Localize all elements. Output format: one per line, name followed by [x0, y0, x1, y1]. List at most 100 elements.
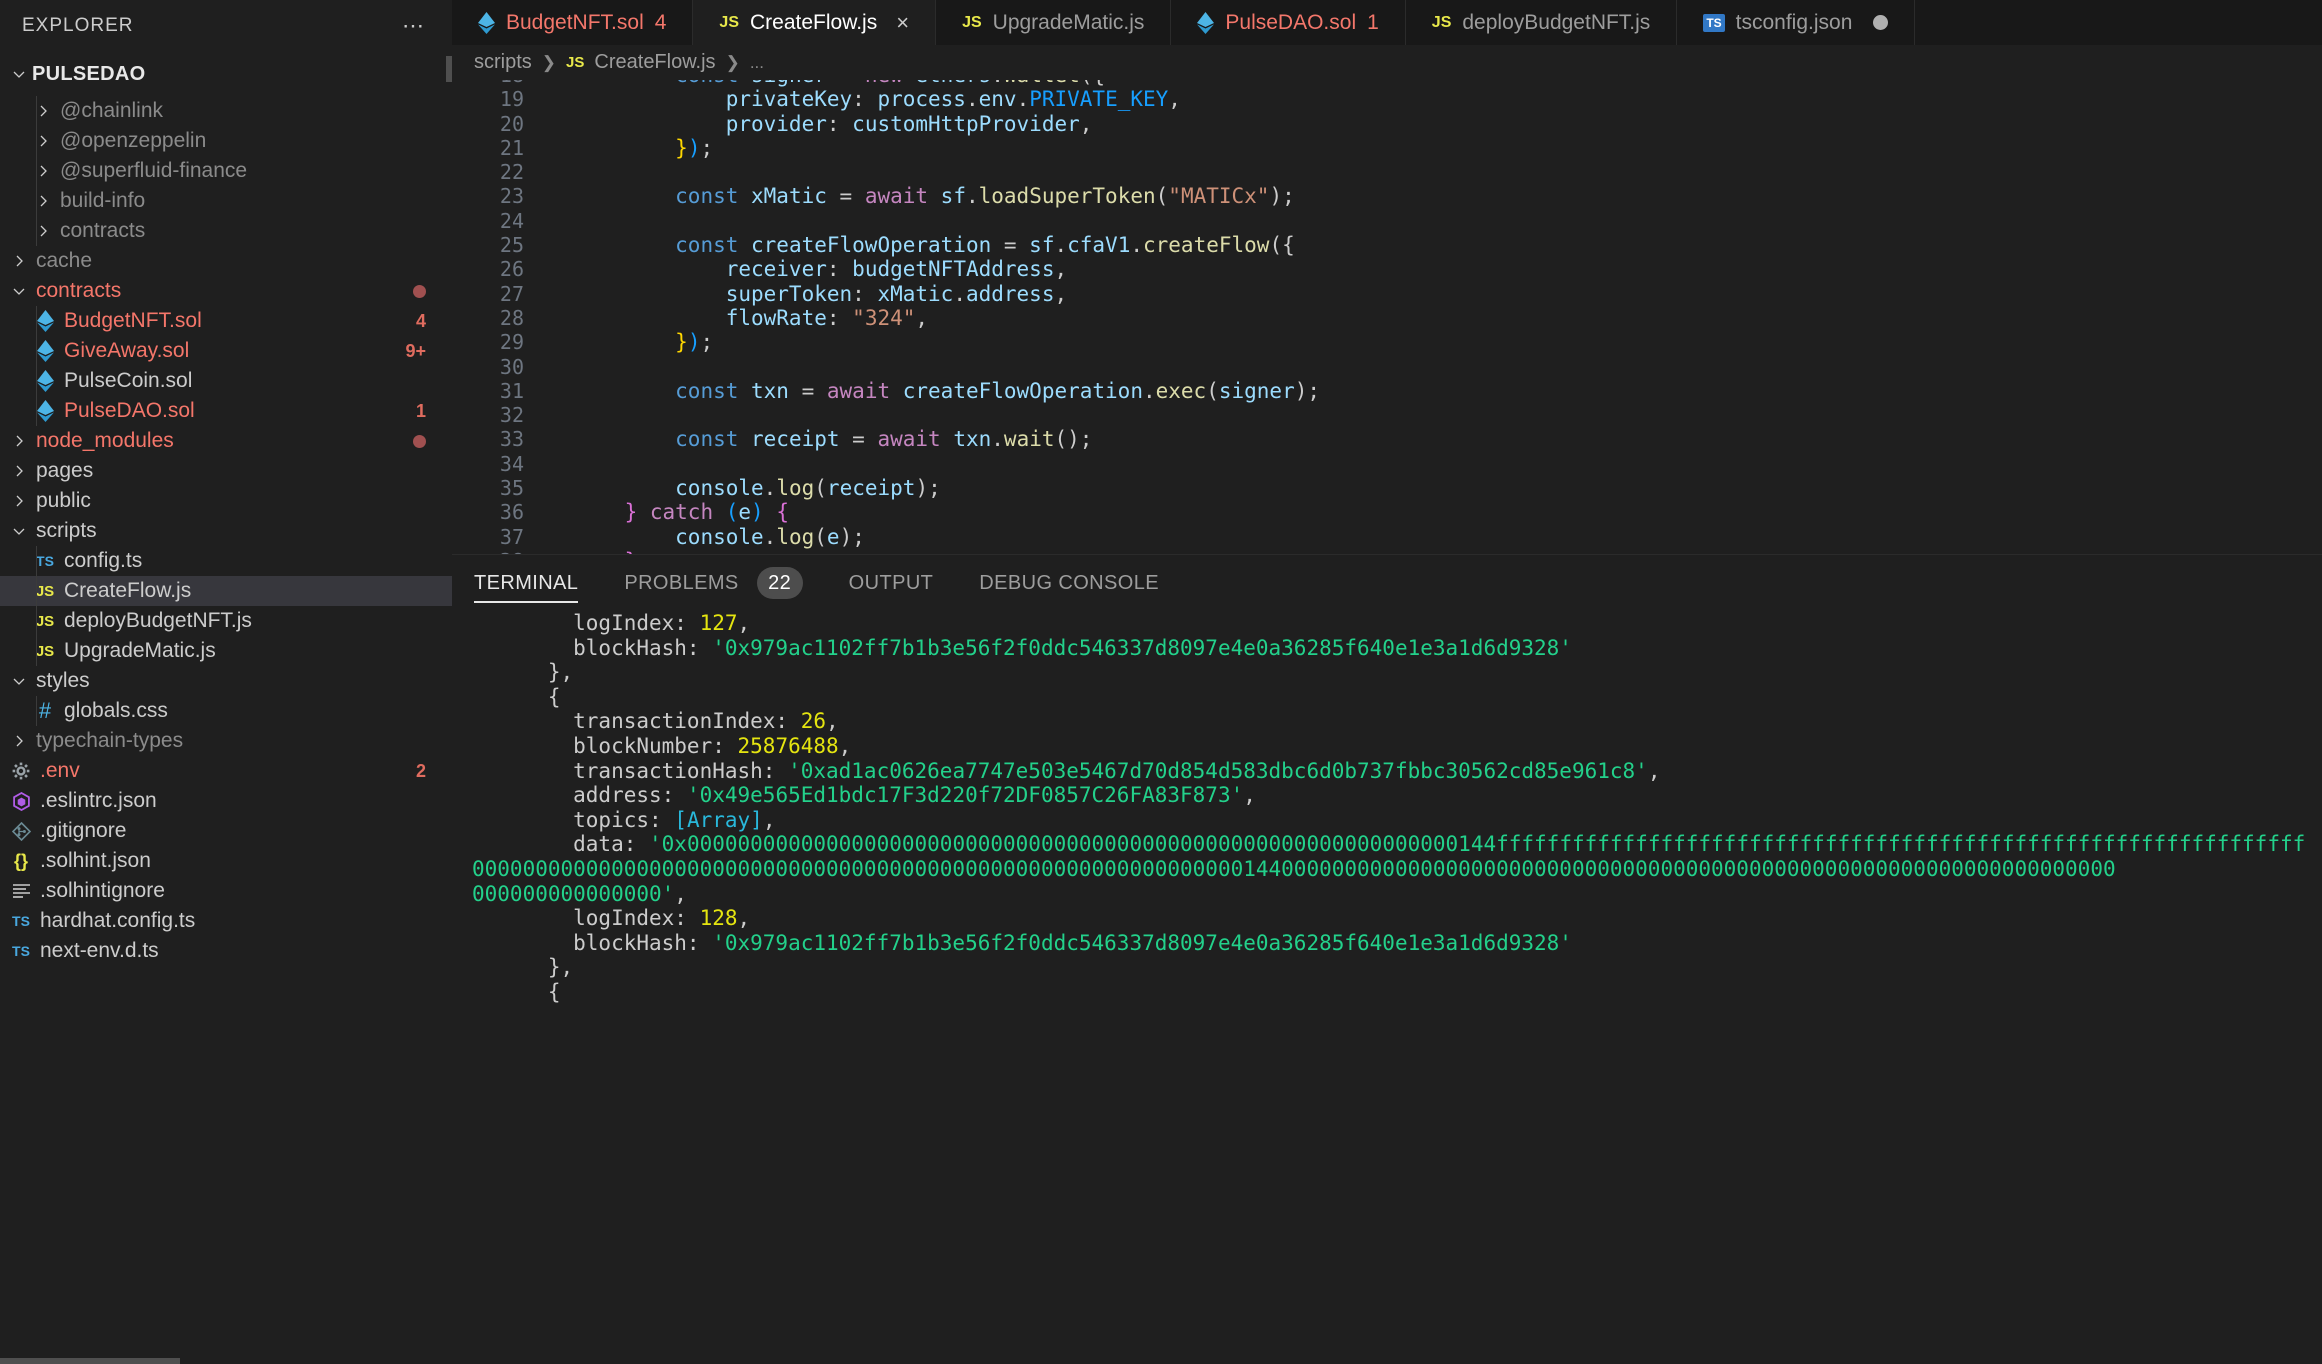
code-editor[interactable]: 18 const signer = new ethers.Wallet({19 …	[452, 80, 2322, 554]
tree-item-budgetnft-sol[interactable]: BudgetNFT.sol 4	[0, 306, 452, 336]
line-number: 20	[499, 111, 524, 136]
tree-item-config-ts[interactable]: TS config.ts	[0, 546, 452, 576]
tree-item-build-info[interactable]: build-info	[0, 186, 452, 216]
tree-item-solhint-json[interactable]: {} .solhint.json	[0, 846, 452, 876]
tree-item-node-modules[interactable]: node_modules	[0, 426, 452, 456]
solidity-icon	[30, 400, 60, 422]
line-number: 21	[499, 135, 524, 160]
tree-item-chainlink[interactable]: @chainlink	[0, 96, 452, 126]
tree-item-typechain-types[interactable]: typechain-types	[0, 726, 452, 756]
panel-tab-problems[interactable]: PROBLEMS 22	[624, 555, 803, 611]
tree-item-label: config.ts	[64, 549, 143, 572]
tree-item-contracts[interactable]: contracts	[0, 276, 452, 306]
line-number: 29	[499, 330, 524, 355]
tree-item-env[interactable]: .env 2	[0, 756, 452, 786]
list-icon	[6, 883, 36, 899]
terminal-output[interactable]: logIndex: 127, blockHash: '0x979ac1102ff…	[452, 611, 2322, 1364]
workspace-root-row[interactable]: PULSEDAO	[0, 52, 452, 96]
editor-tab-createflow-js[interactable]: JS CreateFlow.js ×	[693, 0, 937, 45]
chevron-right-icon: ❯	[541, 52, 557, 72]
terminal-line: logIndex: 128,	[472, 906, 751, 931]
tree-item-globals-css[interactable]: # globals.css	[0, 696, 452, 726]
breadcrumb-ellipsis[interactable]: ...	[750, 53, 764, 73]
code-text: const receipt = await txn.wait();	[675, 427, 1093, 452]
breadcrumb-folder[interactable]: scripts	[474, 51, 532, 74]
tree-item-giveaway-sol[interactable]: GiveAway.sol 9+	[0, 336, 452, 366]
tree-item-upgradematic-js[interactable]: JS UpgradeMatic.js	[0, 636, 452, 666]
tree-item-label: typechain-types	[36, 729, 184, 752]
panel-tab-terminal[interactable]: TERMINAL	[474, 555, 579, 611]
ts-icon: TS	[1703, 13, 1725, 32]
code-text: flowRate: "324",	[725, 305, 929, 330]
tree-item-label: cache	[36, 249, 93, 272]
tree-item-label: hardhat.config.ts	[40, 909, 196, 932]
terminal-line: data: '0x0000000000000000000000000000000…	[472, 832, 2306, 857]
editor-tab-upgradematic-js[interactable]: JS UpgradeMatic.js	[936, 0, 1172, 45]
code-line: 35 console.log(receipt);	[452, 476, 2322, 500]
tree-item-pulsecoin-sol[interactable]: PulseCoin.sol	[0, 366, 452, 396]
editor-tab-deploybudgetnft-js[interactable]: JS deployBudgetNFT.js	[1405, 0, 1678, 45]
error-dot-icon	[413, 434, 426, 448]
chevron-down-icon	[6, 66, 32, 82]
ellipsis-icon[interactable]: ⋯	[402, 15, 426, 37]
tree-item-pulsedao-sol[interactable]: PulseDAO.sol 1	[0, 396, 452, 426]
editor-tab-pulsedao-sol[interactable]: PulseDAO.sol 1	[1171, 0, 1406, 45]
tree-item-contracts[interactable]: contracts	[0, 216, 452, 246]
tree-item-hardhat-config-ts[interactable]: TS hardhat.config.ts	[0, 906, 452, 936]
terminal-line: topics: [Array],	[472, 807, 776, 832]
tree-item-openzeppelin[interactable]: @openzeppelin	[0, 126, 452, 156]
panel-tab-output[interactable]: OUTPUT	[849, 555, 934, 611]
problems-count-badge: 22	[756, 567, 803, 599]
panel-tabs[interactable]: TERMINAL PROBLEMS 22 OUTPUT DEBUG CONSOLE	[452, 555, 2322, 611]
tree-item-eslintrc-json[interactable]: .eslintrc.json	[0, 786, 452, 816]
explorer-title: EXPLORER	[22, 15, 134, 36]
tree-item-label: .solhintignore	[40, 879, 165, 902]
file-tree[interactable]: @chainlink @openzeppelin @superfluid-finan…	[0, 96, 452, 1364]
tree-item-gitignore[interactable]: .gitignore	[0, 816, 452, 846]
close-icon[interactable]: ×	[896, 10, 909, 36]
tree-item-public[interactable]: public	[0, 486, 452, 516]
line-number: 23	[499, 184, 524, 209]
editor-tab-tsconfig-json[interactable]: TS tsconfig.json	[1677, 0, 1916, 45]
indent-guide	[36, 576, 37, 606]
editor-tabbar[interactable]: BudgetNFT.sol 4 JS CreateFlow.js × JS UpgradeM…	[452, 0, 2322, 45]
tree-item-superfluid-finance[interactable]: @superfluid-finance	[0, 156, 452, 186]
tab-label: CreateFlow.js	[750, 10, 878, 34]
code-text: console.log(receipt);	[675, 476, 941, 501]
tree-item-pages[interactable]: pages	[0, 456, 452, 486]
vscode-window: EXPLORER ⋯ PULSEDAO @chainlink @openzeppe…	[0, 0, 2322, 1364]
line-number: 26	[499, 257, 524, 282]
tree-item-scripts[interactable]: scripts	[0, 516, 452, 546]
breadcrumb-file[interactable]: CreateFlow.js	[594, 51, 715, 74]
code-line: 28 flowRate: "324",	[452, 306, 2322, 330]
tree-item-solhintignore[interactable]: .solhintignore	[0, 876, 452, 906]
explorer-header: EXPLORER ⋯	[0, 0, 452, 52]
terminal-line: 0000000000000000000000000000000000000000…	[472, 856, 2116, 881]
tree-item-styles[interactable]: styles	[0, 666, 452, 696]
code-text: const createFlowOperation = sf.cfaV1.cre…	[675, 233, 1295, 258]
tree-item-deploybudgetnft-js[interactable]: JS deployBudgetNFT.js	[0, 606, 452, 636]
tree-item-label: styles	[36, 669, 90, 692]
code-line: 27 superToken: xMatic.address,	[452, 282, 2322, 306]
tree-item-cache[interactable]: cache	[0, 246, 452, 276]
code-line: 25 const createFlowOperation = sf.cfaV1.…	[452, 233, 2322, 257]
terminal-scrollbar[interactable]	[0, 1358, 180, 1364]
terminal-line: 000000000000000',	[472, 881, 687, 906]
code-text: console.log(e);	[675, 524, 865, 549]
indent-guide	[36, 396, 37, 426]
editor-tab-budgetnft-sol[interactable]: BudgetNFT.sol 4	[452, 0, 694, 45]
chevron-right-icon	[30, 103, 56, 119]
sidebar-scrollbar[interactable]	[446, 56, 452, 82]
tree-item-createflow-js[interactable]: JS CreateFlow.js	[0, 576, 452, 606]
line-number: 34	[499, 451, 524, 476]
code-line: 23 const xMatic = await sf.loadSuperToke…	[452, 184, 2322, 208]
breadcrumb[interactable]: scripts ❯ JS CreateFlow.js ❯ ...	[452, 45, 2322, 80]
solidity-icon	[30, 310, 60, 332]
indent-guide	[36, 696, 37, 726]
tree-item-next-env-d-ts[interactable]: TS next-env.d.ts	[0, 936, 452, 966]
tab-error-count: 4	[654, 10, 667, 34]
code-text: provider: customHttpProvider,	[725, 111, 1093, 136]
line-number: 35	[499, 476, 524, 501]
panel-tab-debug-console[interactable]: DEBUG CONSOLE	[979, 555, 1159, 611]
